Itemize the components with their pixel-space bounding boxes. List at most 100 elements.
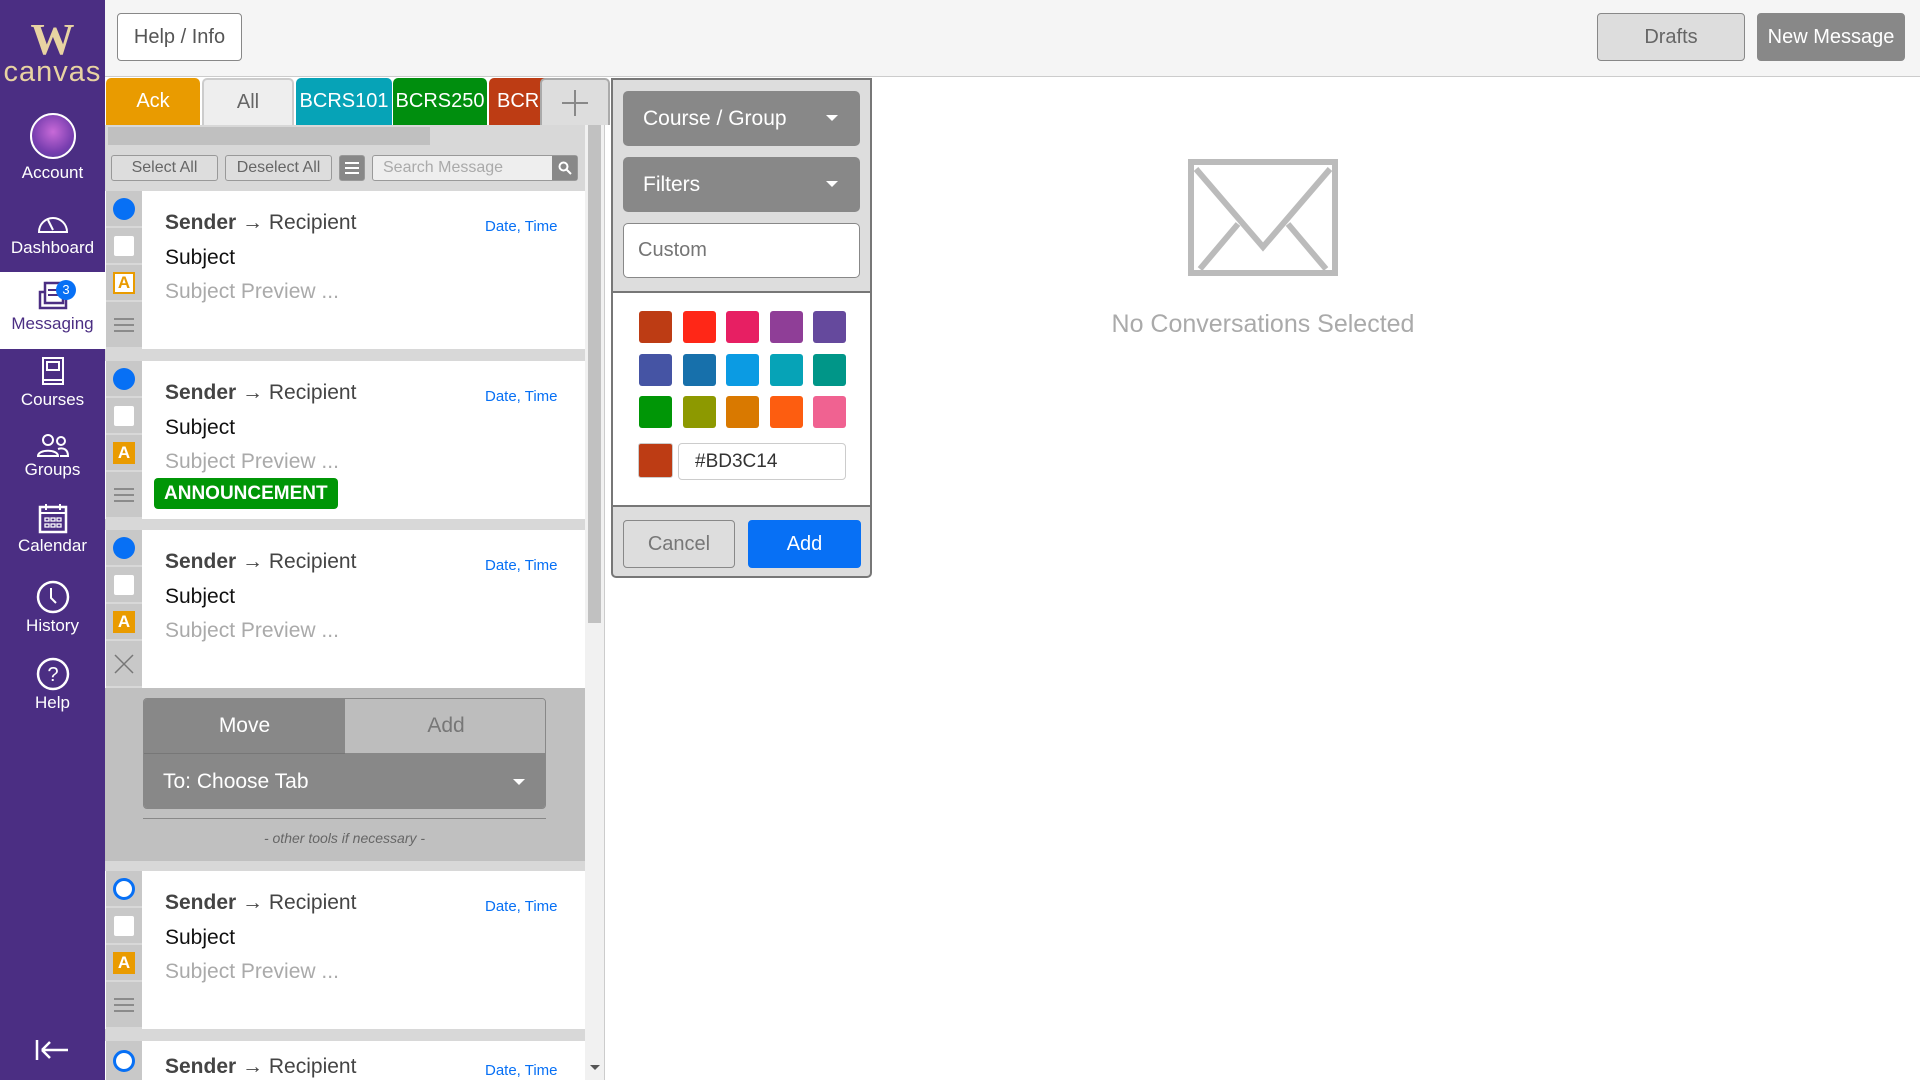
message-item[interactable]: A Sender → Recipient Subject Subject Pre… xyxy=(105,191,585,349)
announcement-tag: ANNOUNCEMENT xyxy=(154,478,338,509)
color-picker xyxy=(613,291,870,507)
filters-dropdown[interactable]: Filters xyxy=(623,157,860,212)
recipient: Recipient xyxy=(268,211,357,234)
sidebar-item-label: Messaging xyxy=(11,314,94,333)
color-swatch[interactable] xyxy=(813,353,846,386)
select-checkbox[interactable] xyxy=(106,398,142,435)
color-swatch[interactable] xyxy=(639,311,672,343)
new-message-button[interactable]: New Message xyxy=(1757,13,1905,61)
deselect-all-button[interactable]: Deselect All xyxy=(225,155,332,181)
caret-down-icon xyxy=(826,115,838,121)
close-tools-button[interactable] xyxy=(106,641,142,688)
cancel-button[interactable]: Cancel xyxy=(623,520,735,568)
destination-tab-dropdown[interactable]: To: Choose Tab xyxy=(144,754,545,808)
add-tab[interactable]: Add xyxy=(345,699,545,754)
subject: Subject xyxy=(165,416,236,439)
select-checkbox[interactable] xyxy=(106,228,142,265)
color-swatch[interactable] xyxy=(769,396,803,428)
custom-name-input[interactable] xyxy=(623,223,860,278)
scrollbar-thumb[interactable] xyxy=(588,125,601,623)
color-swatch[interactable] xyxy=(682,311,716,343)
help-info-button[interactable]: Help / Info xyxy=(117,13,242,61)
color-swatch[interactable] xyxy=(726,353,759,386)
tab-bcrs101[interactable]: BCRS101 xyxy=(296,78,392,125)
unread-indicator[interactable] xyxy=(106,871,142,908)
message-item[interactable]: A Sender → Recipient Subject Subject Pre… xyxy=(105,361,585,519)
unread-indicator[interactable] xyxy=(106,361,142,398)
search-button[interactable] xyxy=(552,156,577,180)
subject: Subject xyxy=(165,926,236,949)
color-swatch[interactable] xyxy=(726,396,759,428)
menu-button[interactable] xyxy=(339,155,365,181)
message-menu-button[interactable] xyxy=(106,302,142,349)
unread-dot-icon xyxy=(113,536,135,559)
tab-ack[interactable]: Ack xyxy=(106,78,200,125)
hamburger-icon xyxy=(345,162,359,174)
date-time: Date, Time xyxy=(485,898,558,915)
ack-toggle[interactable]: A xyxy=(106,604,142,641)
header: Help / Info Drafts New Message xyxy=(105,0,1920,77)
sidebar-item-label: History xyxy=(26,616,79,635)
ack-toggle[interactable]: A xyxy=(106,435,142,472)
color-swatch[interactable] xyxy=(769,353,803,386)
drafts-button[interactable]: Drafts xyxy=(1597,13,1745,61)
color-swatch[interactable] xyxy=(769,311,803,343)
message-item[interactable]: Sender → Recipient Date, Time xyxy=(105,1041,585,1080)
divider xyxy=(143,818,546,819)
color-swatch[interactable] xyxy=(813,311,846,343)
date-time: Date, Time xyxy=(485,1062,558,1079)
list-scrollbar[interactable] xyxy=(585,125,605,1080)
tab-bcrs250[interactable]: BCRS250 xyxy=(393,78,487,125)
sidebar-item-dashboard[interactable]: Dashboard xyxy=(0,208,105,258)
select-checkbox[interactable] xyxy=(106,908,142,945)
sidebar-item-calendar[interactable]: Calendar xyxy=(0,502,105,556)
destination-value: To: Choose Tab xyxy=(163,770,309,793)
dropdown-label: Filters xyxy=(643,172,701,196)
message-item[interactable]: A Sender → Recipient Subject Subject Pre… xyxy=(105,871,585,1029)
unread-indicator[interactable] xyxy=(106,191,142,228)
color-swatch[interactable] xyxy=(813,396,846,428)
tab-all[interactable]: All xyxy=(202,78,294,125)
ack-toggle[interactable]: A xyxy=(106,265,142,302)
message-list: Select All Deselect All Search Message A… xyxy=(105,125,585,1080)
no-conversations-text: No Conversations Selected xyxy=(1111,310,1415,338)
subject-preview: Subject Preview ... xyxy=(165,450,339,473)
color-swatch[interactable] xyxy=(726,311,759,343)
sidebar-item-account[interactable]: Account xyxy=(0,113,105,183)
unread-indicator[interactable] xyxy=(106,1041,142,1080)
subject-preview: Subject Preview ... xyxy=(165,280,339,303)
unread-dot-icon xyxy=(113,197,135,220)
move-tab[interactable]: Move xyxy=(144,699,345,754)
hamburger-icon xyxy=(114,487,134,502)
sidebar-item-help[interactable]: ? Help xyxy=(0,657,105,713)
ack-icon: A xyxy=(113,441,135,464)
help-icon: ? xyxy=(36,657,69,691)
scroll-down-arrow-icon[interactable] xyxy=(590,1065,600,1070)
hex-color-input[interactable] xyxy=(678,443,846,480)
sidebar-item-courses[interactable]: Courses xyxy=(0,356,105,410)
select-all-button[interactable]: Select All xyxy=(111,155,218,181)
color-swatch[interactable] xyxy=(682,396,716,428)
color-swatch[interactable] xyxy=(639,353,672,386)
clock-icon xyxy=(36,580,69,614)
sidebar-item-messaging[interactable]: 3 Messaging xyxy=(0,272,105,349)
date-time: Date, Time xyxy=(485,388,558,405)
sidebar-item-history[interactable]: History xyxy=(0,580,105,636)
message-menu-button[interactable] xyxy=(106,982,142,1029)
sidebar-item-groups[interactable]: Groups xyxy=(0,432,105,480)
color-swatch[interactable] xyxy=(682,353,716,386)
search-input[interactable]: Search Message xyxy=(372,155,578,181)
ack-toggle[interactable]: A xyxy=(106,945,142,982)
date-time: Date, Time xyxy=(485,218,558,235)
add-tab-popup: Course / Group Filters Cancel Add xyxy=(611,78,872,578)
add-button[interactable]: Add xyxy=(748,520,861,568)
course-group-dropdown[interactable]: Course / Group xyxy=(623,91,860,146)
add-tab-button[interactable] xyxy=(540,78,610,125)
collapse-sidebar-icon[interactable] xyxy=(34,1038,70,1062)
message-item[interactable]: A Sender → Recipient Subject Subject Pre… xyxy=(105,530,585,688)
recipient: Recipient xyxy=(268,381,357,404)
color-swatch[interactable] xyxy=(639,396,672,428)
message-menu-button[interactable] xyxy=(106,472,142,519)
select-checkbox[interactable] xyxy=(106,567,142,604)
unread-indicator[interactable] xyxy=(106,530,142,567)
